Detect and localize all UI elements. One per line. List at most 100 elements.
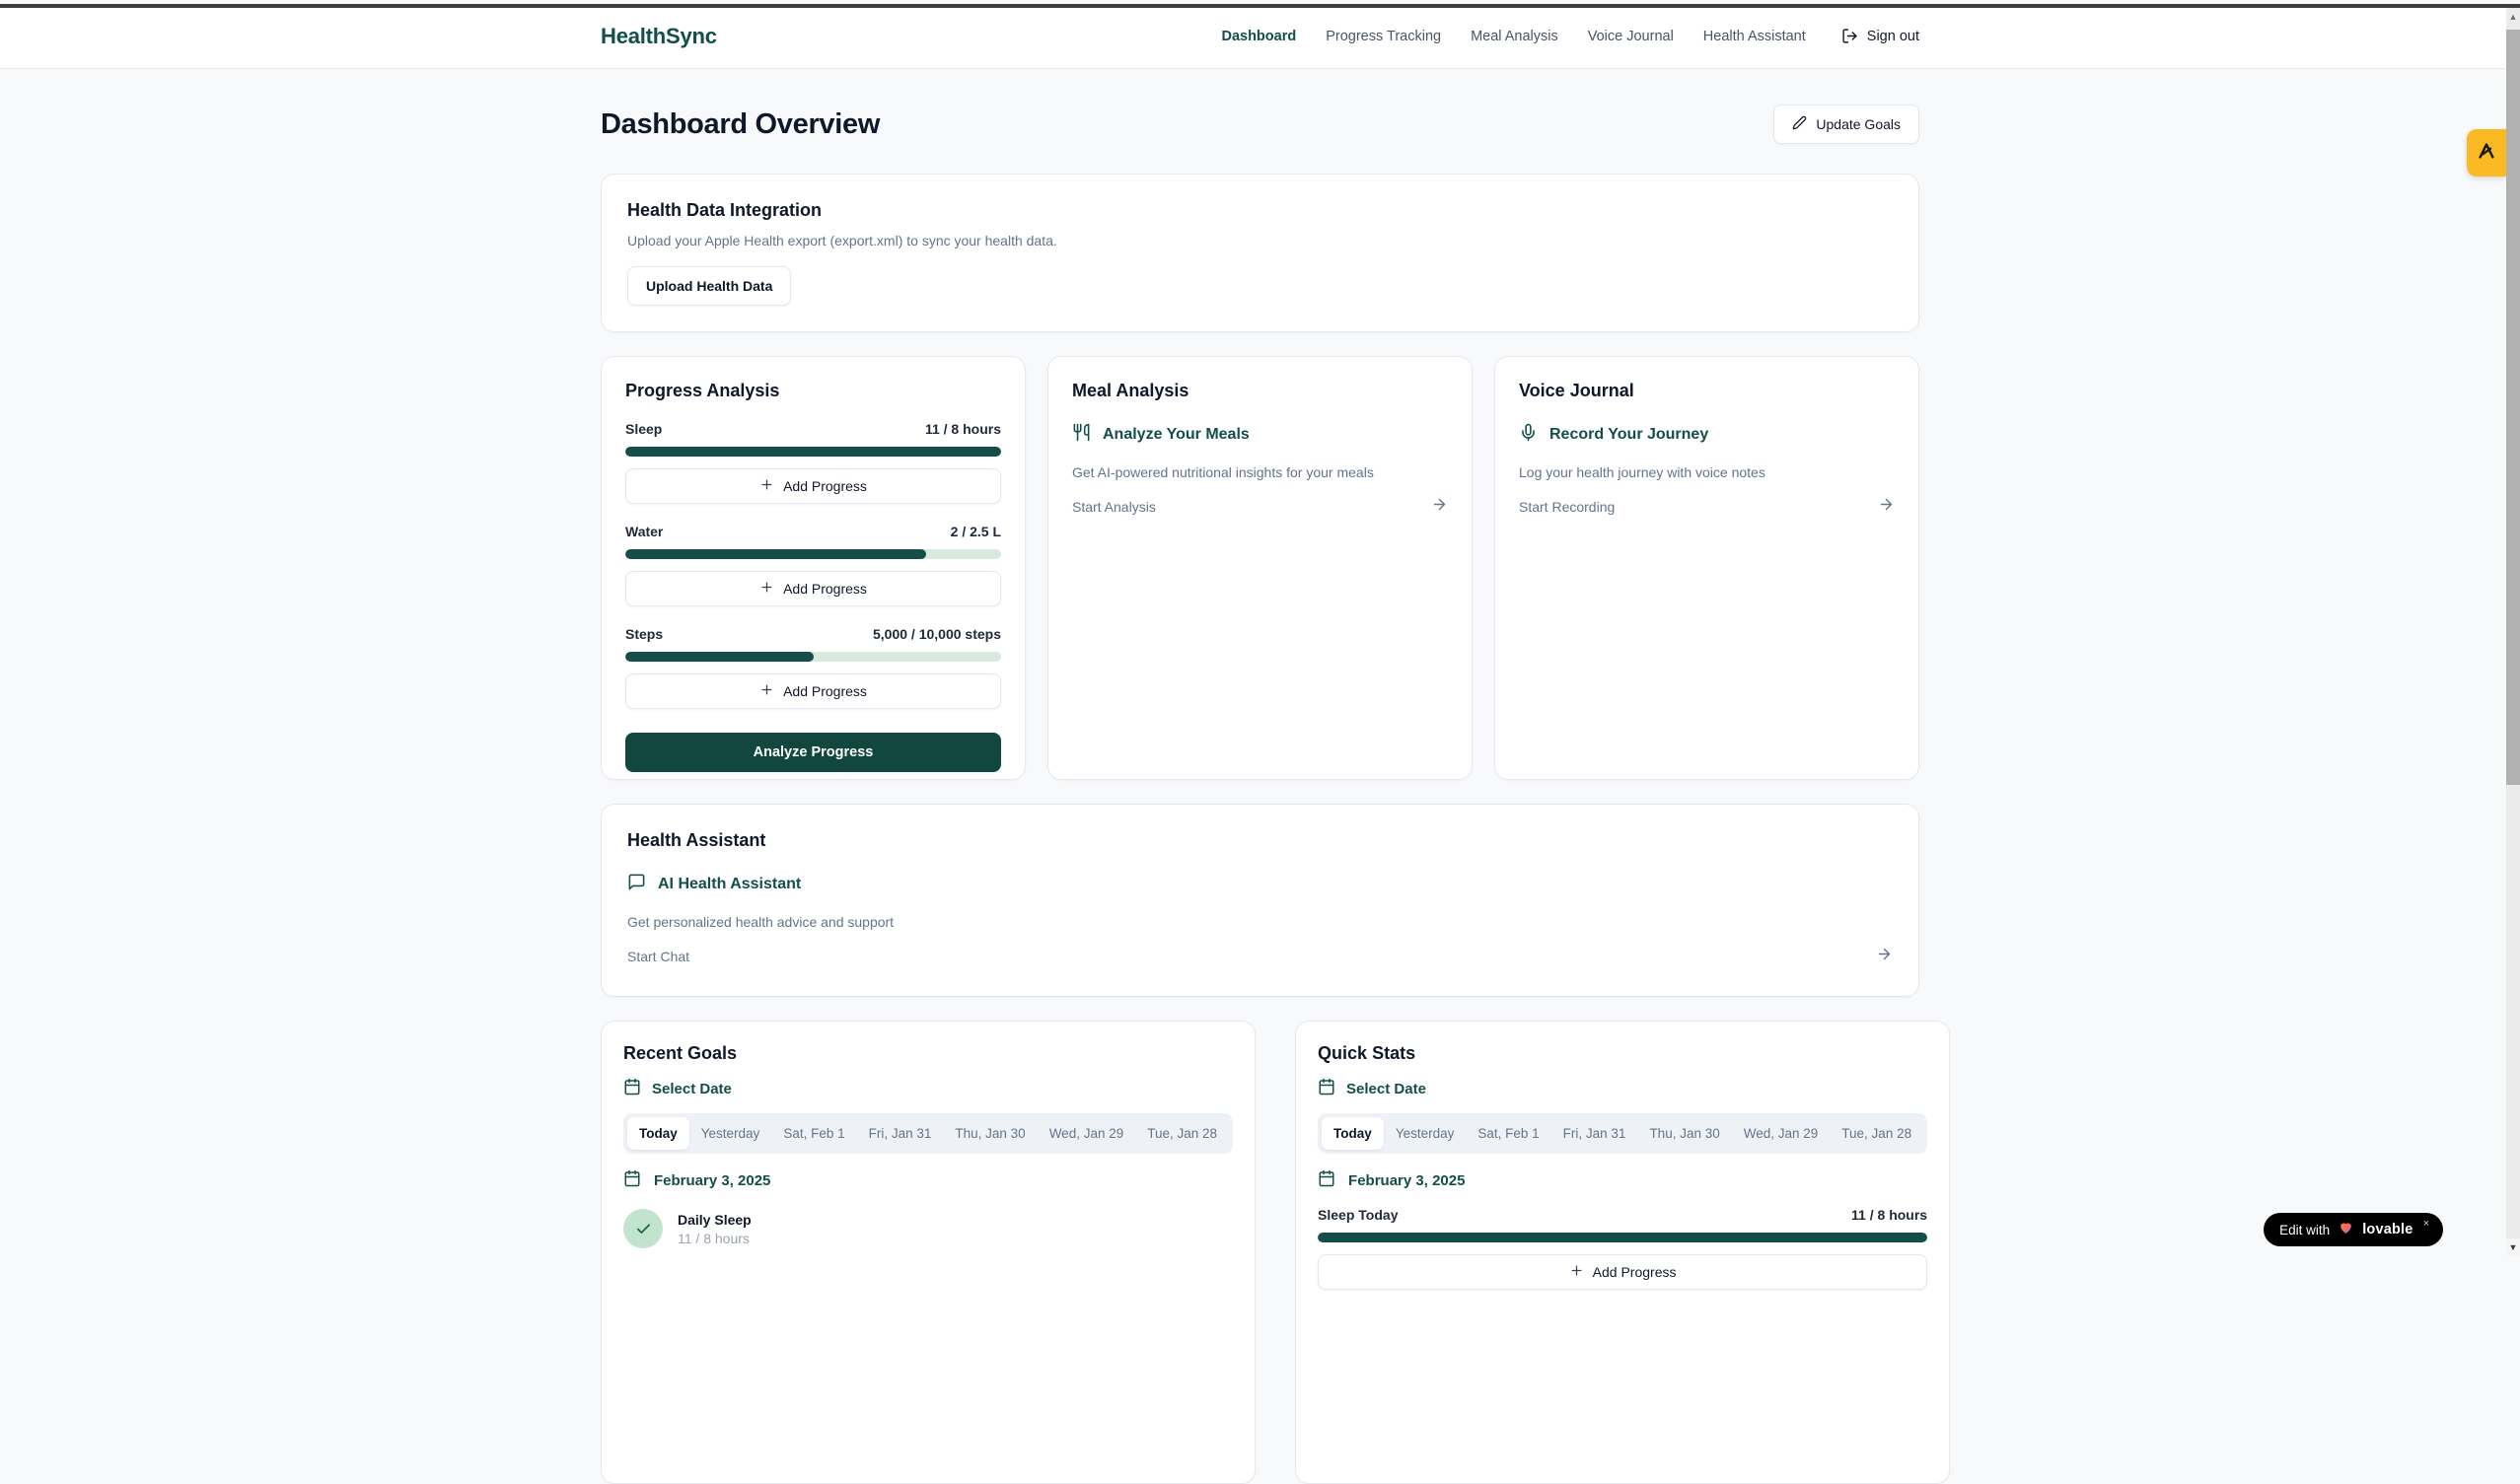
heart-icon [2338, 1220, 2354, 1240]
start-recording-label: Start Recording [1519, 499, 1615, 515]
upload-health-data-button[interactable]: Upload Health Data [627, 266, 791, 306]
date-tab-fri-jan-31[interactable]: Fri, Jan 31 [1551, 1117, 1638, 1150]
select-date-label: Select Date [652, 1081, 732, 1097]
steps-progress-bar [625, 652, 1001, 662]
goal-item-daily-sleep: Daily Sleep 11 / 8 hours [623, 1209, 1233, 1248]
add-progress-water-button[interactable]: Add Progress [625, 571, 1001, 606]
update-goals-label: Update Goals [1816, 116, 1901, 132]
start-analysis-row[interactable]: Start Analysis [1072, 496, 1448, 518]
voice-journal-title: Voice Journal [1519, 381, 1895, 401]
arrow-right-icon [1876, 946, 1893, 967]
date-tab-today[interactable]: Today [1322, 1117, 1384, 1150]
voice-description: Log your health journey with voice notes [1519, 464, 1895, 480]
date-tab-today[interactable]: Today [627, 1117, 689, 1150]
health-assistant-card: Health Assistant AI Health Assistant Get… [601, 804, 1919, 997]
metric-sleep: Sleep 11 / 8 hours Add Progress [625, 421, 1001, 504]
analyze-your-meals-link[interactable]: Analyze Your Meals [1072, 423, 1448, 447]
lovable-glyph-icon [2476, 140, 2497, 167]
metric-water-label: Water [625, 524, 663, 539]
integration-description: Upload your Apple Health export (export.… [627, 233, 1893, 248]
date-tab-thu-jan-30[interactable]: Thu, Jan 30 [1637, 1117, 1731, 1150]
metric-sleep-label: Sleep [625, 421, 662, 437]
edit-with-lovable-badge[interactable]: Edit with lovable × [2264, 1213, 2443, 1246]
date-tab-tue-jan-28[interactable]: Tue, Jan 28 [1830, 1117, 1923, 1150]
date-tab-wed-jan-29[interactable]: Wed, Jan 29 [1732, 1117, 1831, 1150]
start-analysis-label: Start Analysis [1072, 499, 1156, 515]
arrow-right-icon [1431, 496, 1448, 518]
nav-item-health-assistant[interactable]: Health Assistant [1703, 29, 1806, 44]
sleep-today-progress-bar [1318, 1233, 1927, 1242]
close-icon[interactable]: × [2423, 1218, 2429, 1230]
current-date-label: February 3, 2025 [1348, 1172, 1465, 1189]
date-tab-wed-jan-29[interactable]: Wed, Jan 29 [1038, 1117, 1136, 1150]
meal-description: Get AI-powered nutritional insights for … [1072, 464, 1448, 480]
browser-edge-strip [0, 4, 2520, 8]
lovable-brand-label: lovable [2362, 1222, 2412, 1237]
page-scrollbar[interactable]: ▲ ▼ [2506, 8, 2520, 1256]
date-tab-yesterday[interactable]: Yesterday [1384, 1117, 1467, 1150]
calendar-icon [623, 1169, 641, 1191]
chat-bubble-icon [627, 873, 646, 896]
nav-item-progress-tracking[interactable]: Progress Tracking [1326, 29, 1441, 44]
date-tab-fri-jan-31[interactable]: Fri, Jan 31 [857, 1117, 944, 1150]
progress-analysis-card: Progress Analysis Sleep 11 / 8 hours Add… [601, 356, 1026, 780]
plus-icon [1569, 1263, 1584, 1281]
record-your-journey-link[interactable]: Record Your Journey [1519, 423, 1895, 447]
scrollbar-thumb[interactable] [2506, 30, 2520, 785]
voice-journal-card: Voice Journal Record Your Journey Log yo… [1494, 356, 1919, 780]
recent-goals-current-date: February 3, 2025 [623, 1169, 1233, 1191]
scrollbar-up-arrow-icon[interactable]: ▲ [2506, 8, 2520, 26]
metric-water-value: 2 / 2.5 L [951, 524, 1001, 539]
sleep-progress-bar [625, 447, 1001, 457]
top-navbar: HealthSync Dashboard Progress Tracking M… [0, 4, 2520, 69]
calendar-icon [1318, 1169, 1335, 1191]
health-assistant-title: Health Assistant [627, 830, 1893, 851]
quick-stats-card: Quick Stats Select Date Today Yesterday … [1295, 1021, 1950, 1484]
assistant-description: Get personalized health advice and suppo… [627, 914, 1893, 930]
recent-goals-card: Recent Goals Select Date Today Yesterday… [601, 1021, 1256, 1484]
date-tab-yesterday[interactable]: Yesterday [689, 1117, 772, 1150]
metric-steps-label: Steps [625, 626, 663, 642]
start-recording-row[interactable]: Start Recording [1519, 496, 1895, 518]
recent-goals-select-date[interactable]: Select Date [623, 1078, 1233, 1099]
analyze-progress-button[interactable]: Analyze Progress [625, 733, 1001, 772]
quick-stats-add-progress-button[interactable]: Add Progress [1318, 1254, 1927, 1290]
sign-out-button[interactable]: Sign out [1841, 28, 1919, 44]
page-title: Dashboard Overview [601, 108, 880, 141]
start-chat-row[interactable]: Start Chat [627, 946, 1893, 967]
add-progress-label: Add Progress [1593, 1264, 1677, 1280]
update-goals-button[interactable]: Update Goals [1773, 105, 1919, 144]
nav-item-dashboard[interactable]: Dashboard [1221, 29, 1296, 44]
ai-health-assistant-link[interactable]: AI Health Assistant [627, 873, 1893, 896]
add-progress-steps-button[interactable]: Add Progress [625, 673, 1001, 709]
metric-sleep-value: 11 / 8 hours [925, 421, 1001, 437]
scrollbar-down-arrow-icon[interactable]: ▼ [2506, 1238, 2520, 1256]
date-tab-thu-jan-30[interactable]: Thu, Jan 30 [943, 1117, 1037, 1150]
date-tab-tue-jan-28[interactable]: Tue, Jan 28 [1135, 1117, 1229, 1150]
add-progress-sleep-button[interactable]: Add Progress [625, 468, 1001, 504]
nav-links: Dashboard Progress Tracking Meal Analysi… [1221, 28, 1919, 44]
nav-item-voice-journal[interactable]: Voice Journal [1588, 29, 1674, 44]
edit-with-label: Edit with [2279, 1223, 2330, 1237]
calendar-icon [1318, 1078, 1335, 1099]
add-progress-label: Add Progress [783, 581, 867, 597]
logout-icon [1841, 28, 1858, 44]
plus-icon [759, 682, 774, 700]
sign-out-label: Sign out [1867, 29, 1919, 44]
utensils-icon [1072, 423, 1091, 447]
sleep-today-value: 11 / 8 hours [1851, 1207, 1927, 1223]
date-tab-sat-feb-1[interactable]: Sat, Feb 1 [1466, 1117, 1550, 1150]
goal-name: Daily Sleep [678, 1212, 752, 1228]
nav-item-meal-analysis[interactable]: Meal Analysis [1471, 29, 1558, 44]
ai-health-assistant-label: AI Health Assistant [658, 876, 801, 893]
metric-steps-value: 5,000 / 10,000 steps [873, 626, 1001, 642]
add-progress-label: Add Progress [783, 683, 867, 699]
brand-logo[interactable]: HealthSync [601, 24, 717, 49]
date-tab-sat-feb-1[interactable]: Sat, Feb 1 [771, 1117, 856, 1150]
lovable-side-tab-button[interactable] [2467, 129, 2506, 177]
recent-goals-title: Recent Goals [623, 1043, 1233, 1064]
select-date-label: Select Date [1346, 1081, 1426, 1097]
quick-stats-select-date[interactable]: Select Date [1318, 1078, 1927, 1099]
meal-analysis-title: Meal Analysis [1072, 381, 1448, 401]
sleep-today-label: Sleep Today [1318, 1207, 1398, 1223]
